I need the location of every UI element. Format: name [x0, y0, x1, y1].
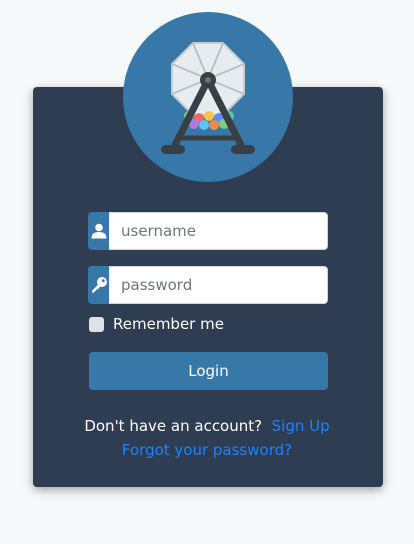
lottery-drum-icon: [161, 42, 255, 154]
username-group: [88, 212, 328, 250]
username-prefix: [88, 212, 109, 250]
remember-me: Remember me: [89, 315, 224, 333]
signup-link[interactable]: Sign Up: [272, 417, 330, 435]
forgot-row: Forgot your password?: [0, 441, 414, 459]
signup-row: Don't have an account? Sign Up: [0, 417, 414, 435]
forgot-password-link[interactable]: Forgot your password?: [122, 441, 292, 459]
password-group: [88, 266, 328, 304]
password-input[interactable]: [109, 266, 328, 304]
remember-checkbox[interactable]: [89, 316, 104, 332]
signup-prompt: Don't have an account?: [84, 417, 263, 435]
user-icon: [91, 223, 106, 239]
logo: [123, 12, 293, 182]
login-button[interactable]: Login: [89, 352, 328, 390]
password-prefix: [88, 266, 109, 304]
key-icon: [91, 277, 107, 293]
remember-label: Remember me: [113, 315, 224, 333]
username-input[interactable]: [109, 212, 328, 250]
